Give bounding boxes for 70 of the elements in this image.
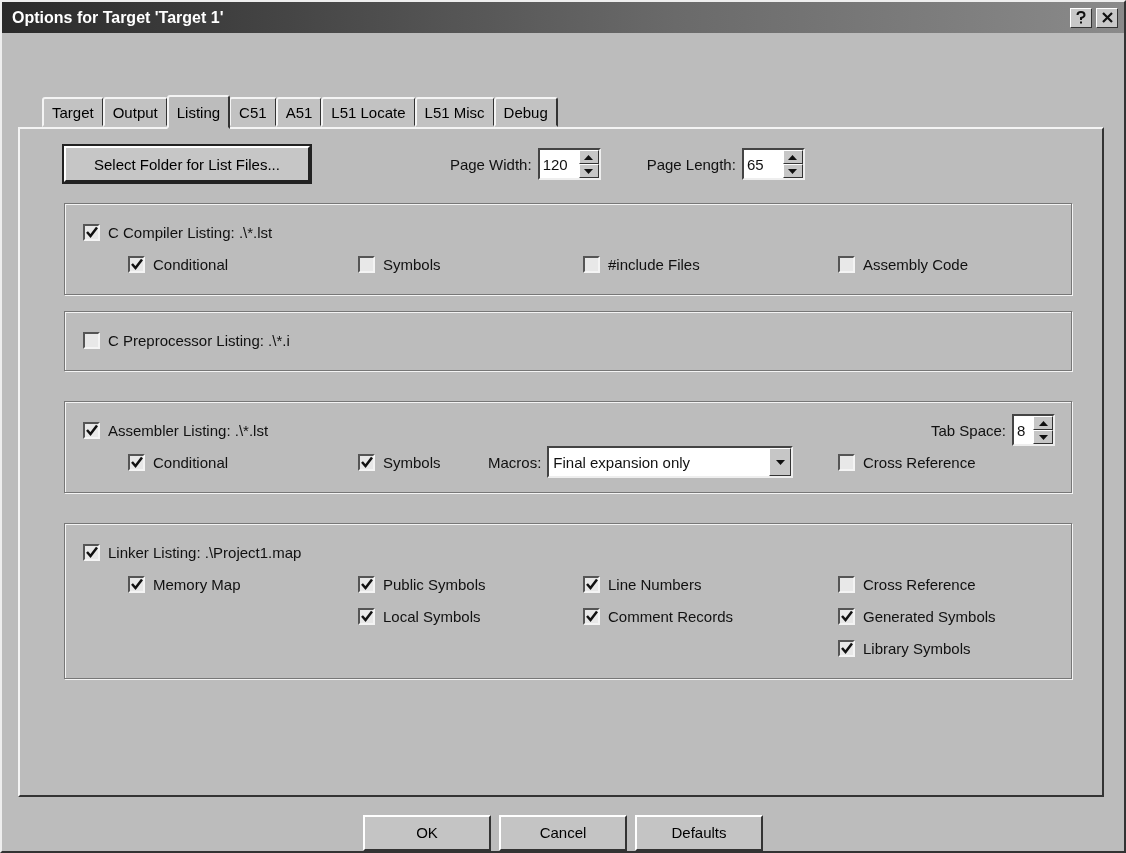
field-label: Macros:	[488, 453, 542, 471]
checkbox[interactable]: Line Numbers	[583, 568, 838, 601]
help-button[interactable]	[1070, 7, 1092, 28]
down-arrow-icon	[775, 459, 785, 465]
spin-up-button[interactable]	[1033, 416, 1053, 431]
spin-down-button[interactable]	[1033, 430, 1053, 445]
spin-up-button[interactable]	[782, 150, 803, 165]
spin-down-button[interactable]	[578, 164, 599, 179]
down-arrow-icon	[584, 168, 594, 174]
check-icon	[130, 258, 143, 271]
up-arrow-icon	[584, 154, 594, 160]
check-icon	[585, 578, 598, 591]
check-icon	[360, 578, 373, 591]
checkbox[interactable]: Library Symbols	[838, 632, 1055, 665]
checkbox[interactable]: Cross Reference	[838, 568, 1055, 601]
check-icon	[85, 546, 98, 559]
field-label: Tab Space:	[930, 421, 1006, 439]
down-arrow-icon	[1038, 434, 1048, 440]
dropdown-button[interactable]	[769, 448, 792, 477]
checkbox[interactable]: Generated Symbols	[838, 600, 1055, 633]
tab-space-spinner[interactable]: 8	[1012, 414, 1055, 447]
page-length-spinner[interactable]: 65	[741, 148, 805, 181]
field-label: Page Length:	[646, 155, 736, 173]
check-icon	[360, 456, 373, 469]
spin-down-button[interactable]	[782, 164, 803, 179]
check-icon	[85, 424, 98, 437]
window-title: Options for Target 'Target 1'	[12, 8, 225, 27]
checkbox[interactable]: Symbols	[358, 248, 583, 281]
dialog-button[interactable]: OK	[363, 815, 491, 851]
up-arrow-icon	[1038, 420, 1048, 426]
checkbox[interactable]: C Compiler Listing: .\*.lst	[83, 216, 273, 249]
dialog-button[interactable]: Defaults	[635, 815, 763, 851]
check-icon	[130, 578, 143, 591]
checkbox[interactable]: Conditional	[128, 248, 358, 281]
tab[interactable]: L51 Locate	[321, 97, 416, 128]
tab[interactable]: A51	[275, 97, 323, 128]
checkbox[interactable]: #include Files	[583, 248, 838, 281]
check-icon	[360, 610, 373, 623]
checkbox[interactable]: Memory Map	[128, 568, 358, 601]
close-button[interactable]	[1096, 7, 1118, 28]
down-arrow-icon	[788, 168, 798, 174]
checkbox[interactable]: Public Symbols	[358, 568, 583, 601]
checkbox[interactable]: Cross Reference	[838, 446, 1055, 479]
help-icon	[1076, 11, 1086, 24]
check-icon	[85, 226, 98, 239]
tab[interactable]: Listing	[166, 95, 231, 130]
dialog-button[interactable]: Cancel	[499, 815, 627, 851]
check-icon	[840, 642, 853, 655]
checkbox[interactable]: Conditional	[128, 446, 358, 479]
tab[interactable]: Debug	[493, 97, 558, 128]
spin-up-button[interactable]	[578, 150, 599, 165]
tab[interactable]: Output	[102, 97, 168, 128]
field-label: Page Width:	[449, 155, 532, 173]
up-arrow-icon	[788, 154, 798, 160]
checkbox[interactable]: Comment Records	[583, 600, 838, 633]
checkbox[interactable]: Linker Listing: .\Project1.map	[83, 536, 302, 569]
tab[interactable]: C51	[229, 97, 277, 128]
checkbox[interactable]: Local Symbols	[358, 600, 583, 633]
tab[interactable]: L51 Misc	[414, 97, 495, 128]
check-icon	[130, 456, 143, 469]
tab[interactable]: Target	[42, 97, 104, 128]
checkbox[interactable]: Assembler Listing: .\*.lst	[83, 414, 269, 447]
page-width-spinner[interactable]: 120	[537, 148, 601, 181]
check-icon	[840, 610, 853, 623]
select-folder-button[interactable]: Select Folder for List Files...	[64, 146, 310, 183]
dropdown[interactable]: Final expansion only	[547, 446, 794, 479]
checkbox[interactable]: Assembly Code	[838, 248, 1055, 281]
close-icon	[1101, 12, 1113, 23]
checkbox[interactable]: C Preprocessor Listing: .\*.i	[83, 324, 290, 357]
check-icon	[585, 610, 598, 623]
